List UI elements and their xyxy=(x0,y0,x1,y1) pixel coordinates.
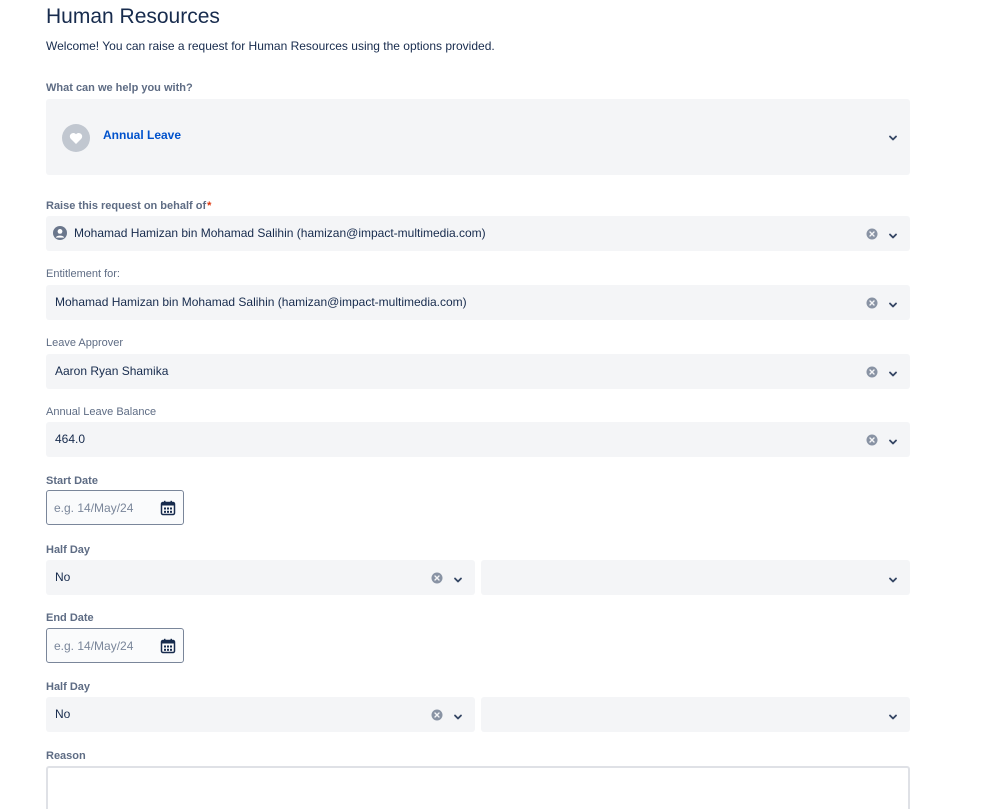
entitlement-select[interactable]: Mohamad Hamizan bin Mohamad Salihin (ham… xyxy=(46,285,910,320)
half-day-value: No xyxy=(55,707,71,721)
on-behalf-value: Mohamad Hamizan bin Mohamad Salihin (ham… xyxy=(74,226,486,240)
start-date-label: Start Date xyxy=(46,475,98,487)
reason-label: Reason xyxy=(46,750,86,762)
entitlement-value: Mohamad Hamizan bin Mohamad Salihin (ham… xyxy=(55,295,467,309)
half-day-select[interactable]: No xyxy=(46,560,475,595)
page-title: Human Resources xyxy=(46,5,220,28)
request-form-page: Human Resources Welcome! You can raise a… xyxy=(0,0,999,809)
start-date-placeholder: e.g. 14/May/24 xyxy=(54,501,134,515)
start-date-input[interactable]: e.g. 14/May/24 xyxy=(46,490,184,525)
request-type-select[interactable]: Annual Leave xyxy=(46,99,910,175)
clear-icon[interactable] xyxy=(431,571,443,589)
calendar-icon[interactable] xyxy=(160,638,176,659)
clear-icon[interactable] xyxy=(866,296,878,314)
welcome-text: Welcome! You can raise a request for Hum… xyxy=(46,39,495,53)
clear-icon[interactable] xyxy=(866,365,878,383)
leave-approver-value: Aaron Ryan Shamika xyxy=(55,364,169,378)
leave-balance-label: Annual Leave Balance xyxy=(46,406,157,418)
half-day-select[interactable]: No xyxy=(46,697,475,732)
user-icon xyxy=(53,226,67,245)
clear-icon[interactable] xyxy=(866,227,878,245)
on-behalf-label: Raise this request on behalf of* xyxy=(46,200,211,212)
half-day-period-select[interactable] xyxy=(481,697,910,732)
half-day-label: Half Day xyxy=(46,681,91,693)
chevron-down-icon[interactable] xyxy=(888,709,898,727)
leave-balance-value: 464.0 xyxy=(55,432,86,446)
end-date-label: End Date xyxy=(46,612,94,624)
calendar-icon[interactable] xyxy=(160,500,176,521)
required-mark: * xyxy=(207,200,212,212)
leave-approver-label: Leave Approver xyxy=(46,337,124,349)
on-behalf-label-text: Raise this request on behalf of xyxy=(46,200,207,212)
chevron-down-icon[interactable] xyxy=(888,572,898,590)
chevron-down-icon[interactable] xyxy=(888,228,898,246)
chevron-down-icon[interactable] xyxy=(888,434,898,452)
reason-textarea[interactable] xyxy=(46,766,910,809)
end-date-input[interactable]: e.g. 14/May/24 xyxy=(46,628,184,663)
on-behalf-select[interactable]: Mohamad Hamizan bin Mohamad Salihin (ham… xyxy=(46,216,910,251)
leave-balance-select[interactable]: 464.0 xyxy=(46,422,910,457)
end-date-placeholder: e.g. 14/May/24 xyxy=(54,639,134,653)
half-day-period-select[interactable] xyxy=(481,560,910,595)
half-day-value: No xyxy=(55,570,71,584)
clear-icon[interactable] xyxy=(431,708,443,726)
chevron-down-icon[interactable] xyxy=(888,297,898,315)
chevron-down-icon[interactable] xyxy=(453,572,463,590)
entitlement-label: Entitlement for: xyxy=(46,268,120,280)
clear-icon[interactable] xyxy=(866,433,878,451)
half-day-label: Half Day xyxy=(46,544,91,556)
heart-icon xyxy=(62,124,90,152)
chevron-down-icon[interactable] xyxy=(453,709,463,727)
leave-approver-select[interactable]: Aaron Ryan Shamika xyxy=(46,354,910,389)
request-type-value: Annual Leave xyxy=(103,128,182,142)
request-type-label: What can we help you with? xyxy=(46,82,193,94)
chevron-down-icon[interactable] xyxy=(888,366,898,384)
chevron-down-icon[interactable] xyxy=(888,130,898,148)
